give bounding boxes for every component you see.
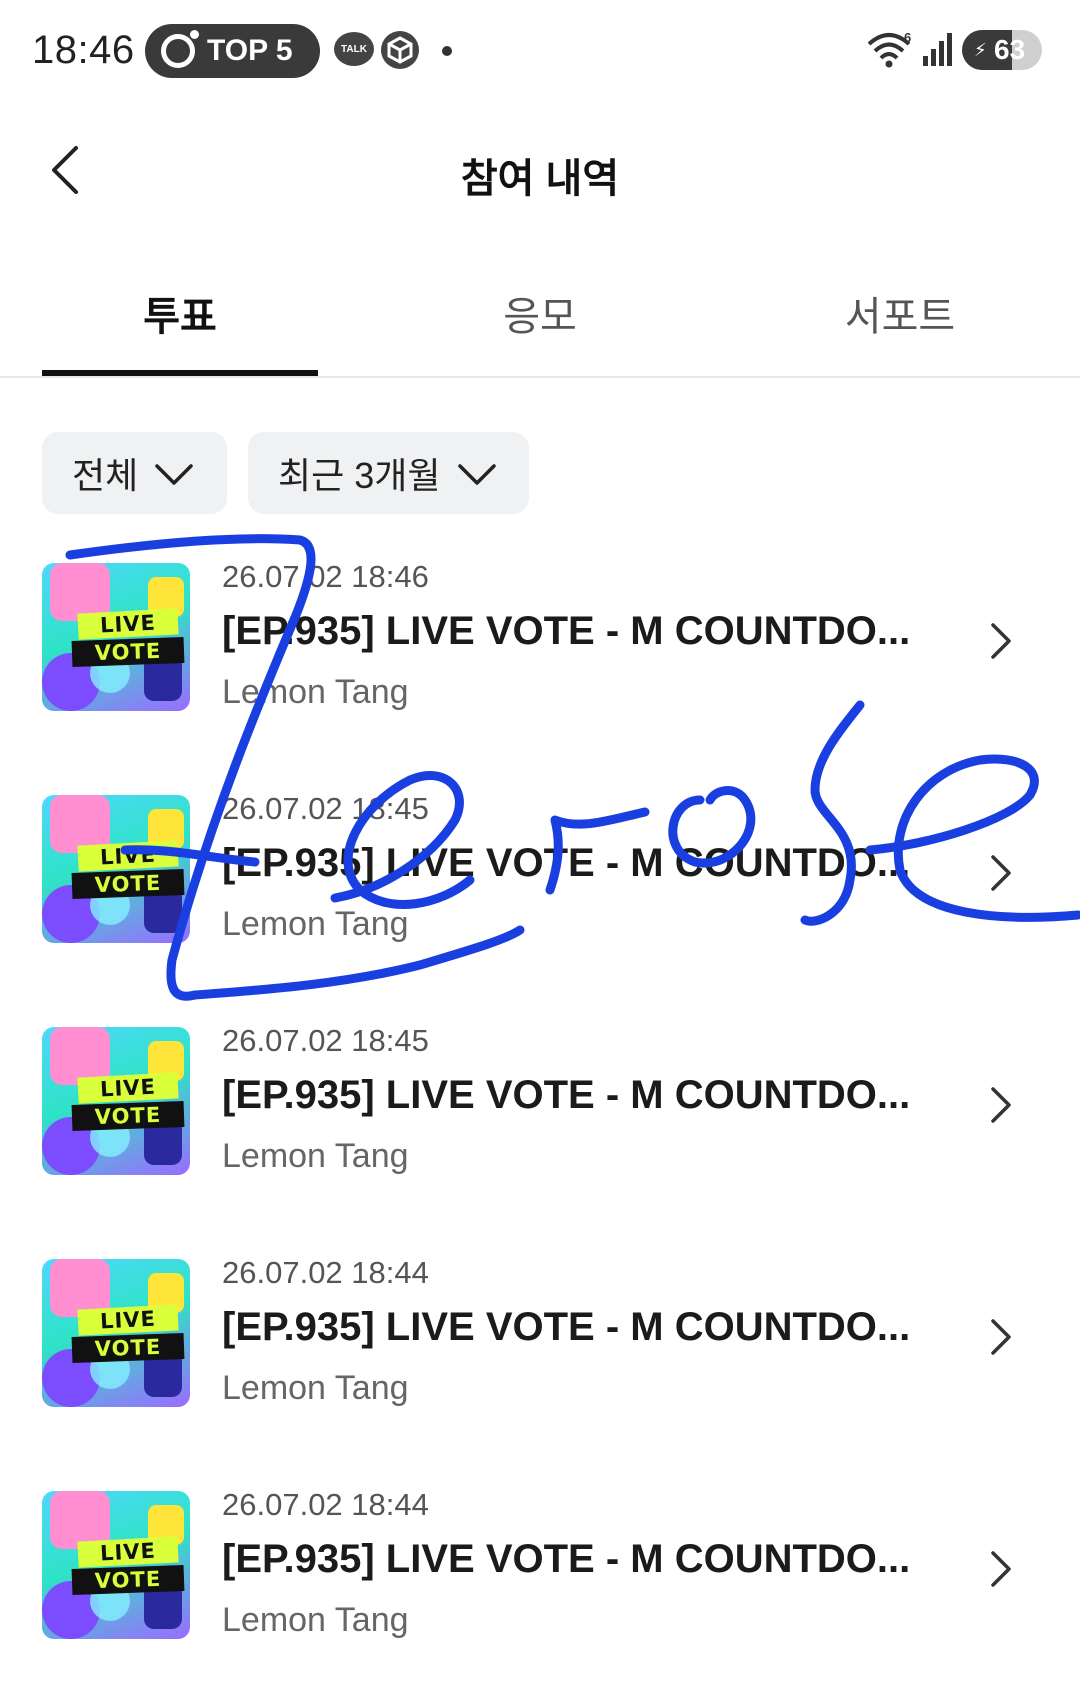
battery-indicator: ⚡ 63 <box>962 30 1042 70</box>
item-title: [EP.935] LIVE VOTE - M COUNTDO... <box>222 1537 911 1581</box>
thumbnail-label: LIVE <box>77 608 179 640</box>
music-note-icon <box>161 30 199 68</box>
live-vote-thumbnail: LIVE VOTE <box>42 1027 190 1175</box>
list-item[interactable]: LIVE VOTE 26.07.02 18:44 [EP.935] LIVE V… <box>0 1255 1080 1419</box>
more-notifications-dot <box>442 46 452 56</box>
list-item[interactable]: LIVE VOTE 26.07.02 18:46 [EP.935] LIVE V… <box>0 559 1080 723</box>
thumbnail-label: VOTE <box>71 1101 185 1131</box>
chevron-right-icon <box>991 1551 1011 1587</box>
active-tab-indicator <box>42 370 318 376</box>
thumbnail-label: VOTE <box>71 637 185 667</box>
period-filter-label: 최근 3개월 <box>278 455 441 496</box>
thumbnail-label: LIVE <box>77 1536 179 1568</box>
talk-icon: TALK <box>334 32 374 66</box>
item-subtitle: Lemon Tang <box>222 673 409 711</box>
notification-pill[interactable]: TOP 5 <box>145 24 320 78</box>
status-time: 18:46 <box>32 28 135 72</box>
wifi-icon: 6 <box>866 30 916 75</box>
list-item[interactable]: LIVE VOTE 26.07.02 18:45 [EP.935] LIVE V… <box>0 791 1080 955</box>
item-subtitle: Lemon Tang <box>222 1601 409 1639</box>
live-vote-thumbnail: LIVE VOTE <box>42 795 190 943</box>
live-vote-thumbnail: LIVE VOTE <box>42 563 190 711</box>
item-subtitle: Lemon Tang <box>222 1137 409 1175</box>
item-timestamp: 26.07.02 18:45 <box>222 791 429 826</box>
period-filter-dropdown[interactable]: 최근 3개월 <box>248 432 529 514</box>
chevron-down-icon <box>155 464 193 485</box>
item-title: [EP.935] LIVE VOTE - M COUNTDO... <box>222 609 911 653</box>
signal-icon <box>922 32 956 73</box>
item-timestamp: 26.07.02 18:45 <box>222 1023 429 1058</box>
item-timestamp: 26.07.02 18:44 <box>222 1255 429 1290</box>
page-title: 참여 내역 <box>460 157 620 201</box>
item-timestamp: 26.07.02 18:46 <box>222 559 429 594</box>
list-item[interactable]: LIVE VOTE 26.07.02 18:44 [EP.935] LIVE V… <box>0 1487 1080 1651</box>
live-vote-thumbnail: LIVE VOTE <box>42 1491 190 1639</box>
item-timestamp: 26.07.02 18:44 <box>222 1487 429 1522</box>
thumbnail-label: LIVE <box>77 1304 179 1336</box>
charging-icon: ⚡ <box>974 40 987 60</box>
item-title: [EP.935] LIVE VOTE - M COUNTDO... <box>222 841 911 885</box>
thumbnail-label: LIVE <box>77 1072 179 1104</box>
item-subtitle: Lemon Tang <box>222 1369 409 1407</box>
tab-entry[interactable]: 응모 <box>360 284 720 342</box>
thumbnail-label: VOTE <box>71 1333 185 1363</box>
item-title: [EP.935] LIVE VOTE - M COUNTDO... <box>222 1305 911 1349</box>
chevron-right-icon <box>991 1319 1011 1355</box>
cube-icon <box>380 30 420 75</box>
svg-text:6: 6 <box>904 30 911 45</box>
tab-bar: 투표 응모 서포트 <box>0 270 1080 378</box>
category-filter-label: 전체 <box>72 455 139 496</box>
chevron-down-icon <box>457 464 496 485</box>
thumbnail-label: VOTE <box>71 869 185 899</box>
category-filter-dropdown[interactable]: 전체 <box>42 432 227 514</box>
thumbnail-label: LIVE <box>77 840 179 872</box>
item-title: [EP.935] LIVE VOTE - M COUNTDO... <box>222 1073 911 1117</box>
thumbnail-label: VOTE <box>71 1565 185 1595</box>
list-item[interactable]: LIVE VOTE 26.07.02 18:45 [EP.935] LIVE V… <box>0 1023 1080 1187</box>
chevron-right-icon <box>991 855 1011 891</box>
item-subtitle: Lemon Tang <box>222 905 409 943</box>
status-bar: 18:46 TOP 5 TALK 6 ⚡ 63 <box>0 0 1080 100</box>
tab-support[interactable]: 서포트 <box>720 284 1080 342</box>
live-vote-thumbnail: LIVE VOTE <box>42 1259 190 1407</box>
chevron-right-icon <box>991 623 1011 659</box>
tab-vote[interactable]: 투표 <box>0 284 360 342</box>
battery-level: 63 <box>994 34 1026 65</box>
chevron-right-icon <box>991 1087 1011 1123</box>
notification-pill-label: TOP 5 <box>207 34 293 67</box>
